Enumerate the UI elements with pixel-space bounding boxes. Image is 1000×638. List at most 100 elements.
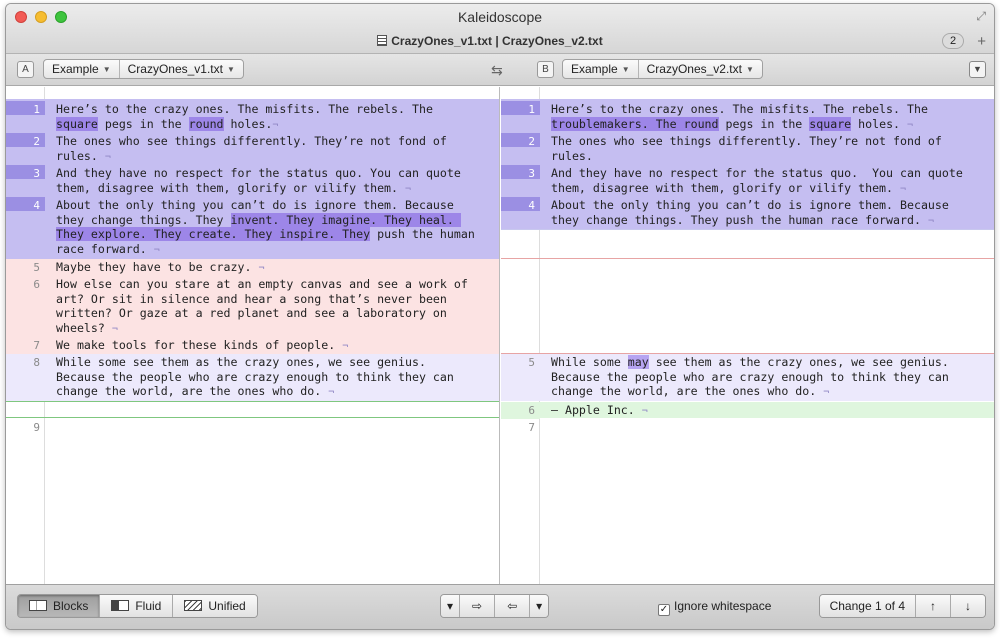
merge-controls: ▾ ⇨ ⇦ ▾ (440, 594, 550, 618)
next-change-button[interactable]: ↓ (950, 595, 985, 617)
line-number: 4 (6, 197, 45, 212)
mode-label: Blocks (53, 599, 89, 613)
breadcrumb-file-right[interactable]: CrazyOnes_v2.txt ▼ (637, 60, 762, 78)
line-3-right: 3 And they have no respect for the statu… (501, 165, 994, 197)
line-number: 6 (501, 402, 540, 419)
mode-label: Fluid (135, 599, 162, 613)
tab-count-badge[interactable]: 2 (942, 33, 964, 49)
line-number: 5 (528, 356, 535, 369)
merge-a-to-b-button[interactable]: ⇨ (459, 595, 495, 617)
merge-b-to-a-button[interactable]: ⇦ (494, 595, 530, 617)
breadcrumb-folder-left[interactable]: Example ▼ (44, 60, 119, 78)
line-text: We make tools for these kinds of people.… (56, 338, 349, 352)
line-number: 4 (501, 197, 540, 212)
fluid-icon (111, 600, 130, 611)
mode-fluid-button[interactable]: Fluid (99, 595, 173, 617)
mode-blocks-button[interactable]: Blocks (18, 595, 100, 617)
chevron-down-icon: ▾ (536, 599, 543, 613)
swap-sides-icon[interactable]: ⇆ (491, 62, 503, 79)
change-navigator: Change 1 of 4 ↑ ↓ (818, 594, 986, 618)
line-number: 6 (33, 278, 40, 291)
line-number: 8 (33, 356, 40, 369)
change-counter: Change 1 of 4 (819, 595, 915, 617)
checkbox-label: Ignore whitespace (674, 599, 772, 613)
add-tab-button[interactable]: + (977, 33, 986, 50)
breadcrumb-file-label: CrazyOnes_v2.txt (646, 62, 742, 76)
merge-left-menu[interactable]: ▾ (441, 595, 460, 617)
arrow-up-icon: ↑ (930, 599, 936, 613)
breadcrumb-right: Example ▼ CrazyOnes_v2.txt ▼ (562, 59, 763, 79)
side-a-badge[interactable]: A (17, 61, 34, 78)
breadcrumb-file-label: CrazyOnes_v1.txt (127, 62, 223, 76)
line-text: While some see them as the crazy ones, w… (56, 355, 461, 398)
line-number: 7 (33, 339, 40, 352)
line-text: While some may see them as the crazy one… (551, 355, 956, 398)
view-mode-selector: Blocks Fluid Unified (17, 594, 258, 618)
tab-label: CrazyOnes_v1.txt | CrazyOnes_v2.txt (391, 34, 603, 48)
document-icon (377, 35, 388, 46)
line-text: Here’s to the crazy ones. The misfits. T… (56, 102, 440, 131)
line-number: 3 (6, 165, 45, 180)
line-text: How else can you stare at an empty canva… (56, 277, 475, 335)
filter-menu-icon[interactable]: ▼ (969, 61, 986, 78)
right-pane[interactable]: 1 Here’s to the crazy ones. The misfits.… (501, 87, 994, 586)
app-title: Kaleidoscope (457, 9, 543, 25)
line-text: About the only thing you can’t do is ign… (551, 198, 956, 227)
bottom-toolbar: Blocks Fluid Unified ▾ ⇨ ⇦ ▾ ✓ Ignore whi… (6, 584, 994, 629)
line-number: 2 (501, 133, 540, 148)
line-6-left: 6 How else can you stare at an empty can… (6, 276, 499, 336)
merge-left-icon: ⇦ (507, 599, 518, 613)
deletion-marker-top (501, 258, 994, 259)
previous-change-button[interactable]: ↑ (915, 595, 950, 617)
mode-unified-button[interactable]: Unified (172, 595, 257, 617)
line-text: The ones who see things differently. The… (551, 134, 949, 163)
path-bar: A Example ▼ CrazyOnes_v1.txt ▼ ⇆ B Example… (6, 54, 994, 86)
line-number: 1 (6, 101, 45, 116)
line-text: Here’s to the crazy ones. The misfits. T… (551, 102, 935, 131)
chevron-down-icon: ▼ (102, 65, 111, 74)
line-1-left: 1 Here’s to the crazy ones. The misfits.… (6, 101, 499, 133)
breadcrumb-folder-label: Example (52, 62, 99, 76)
chevron-down-icon: ▼ (621, 65, 630, 74)
unified-icon (184, 600, 203, 611)
line-3-left: 3 And they have no respect for the statu… (6, 165, 499, 197)
mode-label: Unified (208, 599, 246, 613)
tab-current[interactable]: CrazyOnes_v1.txt | CrazyOnes_v2.txt (16, 34, 964, 48)
line-number: 7 (528, 421, 535, 434)
arrow-down-icon: ↓ (965, 599, 971, 613)
line-number: 9 (33, 421, 40, 434)
line-number: 5 (33, 261, 40, 274)
line-9-left: 9 (6, 419, 499, 435)
merge-right-icon: ⇨ (472, 599, 483, 613)
line-text: About the only thing you can’t do is ign… (56, 198, 482, 256)
side-b-badge[interactable]: B (537, 61, 554, 78)
line-number: 3 (501, 165, 540, 180)
change-gap-top (501, 229, 994, 230)
title-bar: Kaleidoscope ⤢ CrazyOnes_v1.txt | CrazyO… (6, 4, 994, 54)
line-1-right: 1 Here’s to the crazy ones. The misfits.… (501, 101, 994, 133)
line-7-left: 7 We make tools for these kinds of peopl… (6, 337, 499, 353)
line-text: The ones who see things differently. The… (56, 134, 454, 163)
line-5-right: 5 While some may see them as the crazy o… (501, 354, 994, 401)
line-7-right: 7 (501, 419, 994, 435)
chevron-down-icon: ▾ (447, 599, 454, 613)
line-6-right: 6 — Apple Inc. ¬ (501, 402, 994, 419)
blocks-icon (29, 600, 47, 611)
breadcrumb-folder-label: Example (571, 62, 618, 76)
line-text: — Apple Inc. ¬ (551, 403, 648, 417)
tab-bar: CrazyOnes_v1.txt | CrazyOnes_v2.txt 2 (16, 31, 964, 53)
line-4-right: 4 About the only thing you can’t do is i… (501, 197, 994, 229)
kaleidoscope-window: Kaleidoscope ⤢ CrazyOnes_v1.txt | CrazyO… (5, 3, 995, 630)
merge-right-menu[interactable]: ▾ (529, 595, 549, 617)
line-5-left: 5 Maybe they have to be crazy. ¬ (6, 259, 499, 275)
breadcrumb-folder-right[interactable]: Example ▼ (563, 60, 638, 78)
breadcrumb-left: Example ▼ CrazyOnes_v1.txt ▼ (43, 59, 244, 79)
ignore-whitespace-checkbox[interactable]: ✓ Ignore whitespace (658, 599, 771, 616)
line-2-right: 2 The ones who see things differently. T… (501, 133, 994, 165)
insertion-marker-left-end (6, 417, 499, 418)
line-2-left: 2 The ones who see things differently. T… (6, 133, 499, 165)
fullscreen-icon[interactable]: ⤢ (976, 9, 986, 24)
line-4-left: 4 About the only thing you can’t do is i… (6, 197, 499, 257)
left-pane[interactable]: 1 Here’s to the crazy ones. The misfits.… (6, 87, 500, 586)
breadcrumb-file-left[interactable]: CrazyOnes_v1.txt ▼ (118, 60, 243, 78)
